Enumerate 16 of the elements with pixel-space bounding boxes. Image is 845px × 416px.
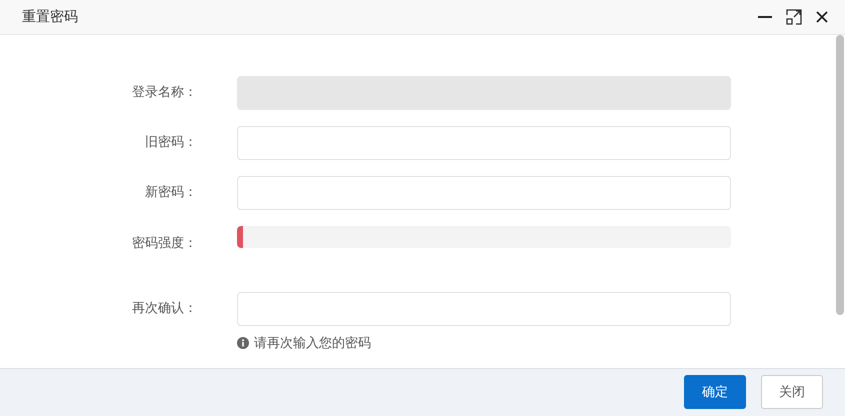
dialog-title: 重置密码 — [22, 8, 78, 26]
field-label: 登录名称： — [131, 84, 197, 102]
field-label: 新密码： — [144, 184, 197, 202]
input-field[interactable] — [237, 176, 731, 210]
input-field[interactable] — [237, 292, 731, 326]
maximize-icon[interactable] — [786, 8, 802, 25]
input-field[interactable] — [237, 126, 731, 160]
scrollbar[interactable] — [836, 34, 844, 315]
hint-text: 请再次输入您的密码 — [254, 334, 371, 352]
confirm-button[interactable]: 确定 — [684, 375, 746, 410]
field-label: 密码强度： — [131, 234, 197, 253]
close-button[interactable]: 关闭 — [761, 375, 823, 410]
field-label: 旧密码： — [144, 134, 197, 152]
field-label: 再次确认： — [131, 300, 197, 318]
close-icon[interactable] — [816, 10, 828, 23]
info-icon — [237, 336, 249, 349]
